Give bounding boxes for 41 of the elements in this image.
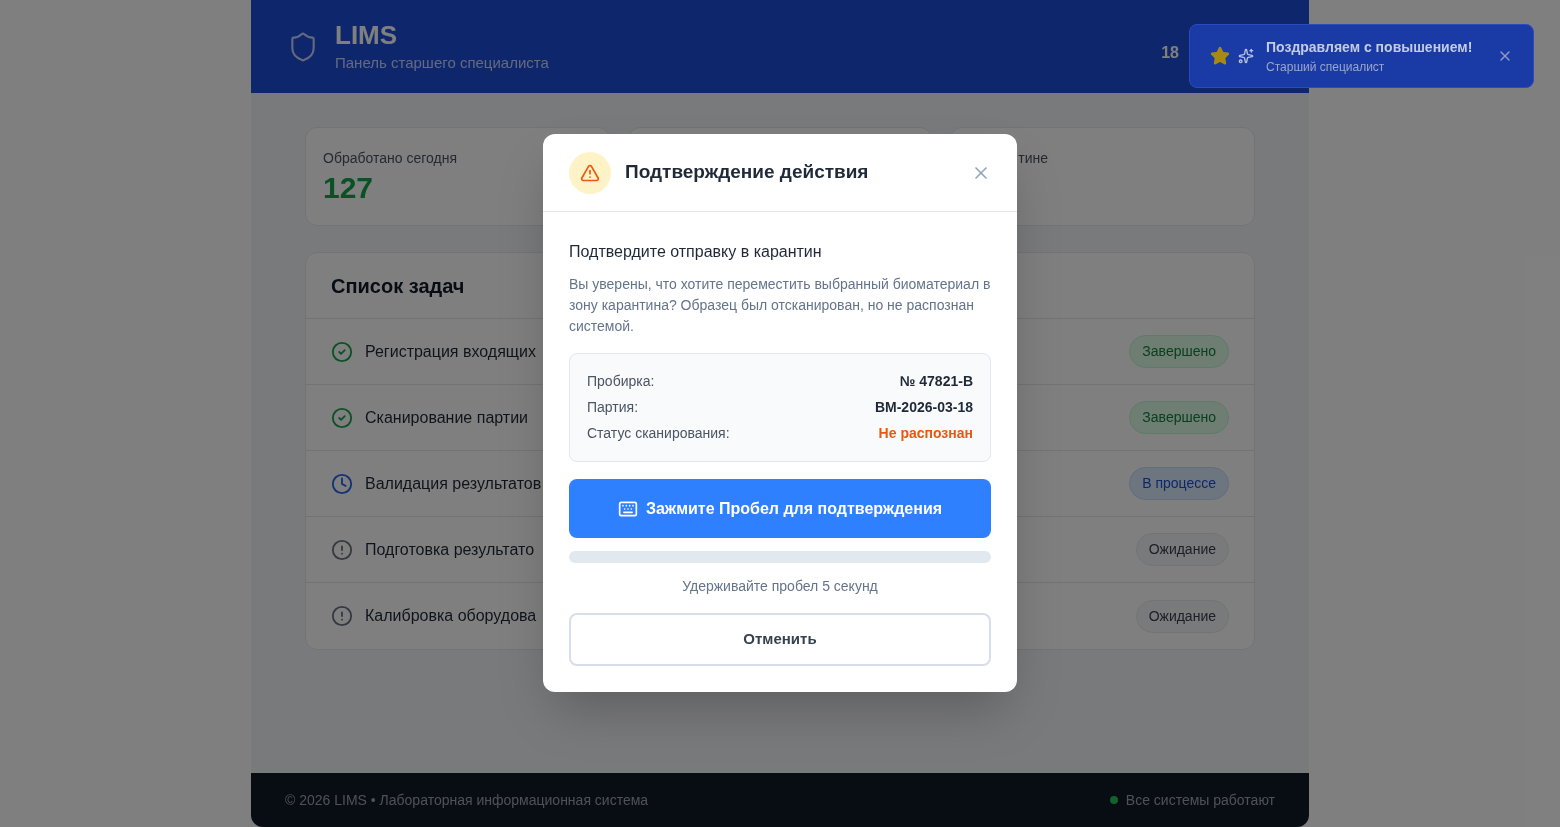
alert-circle-icon [331,605,353,627]
stat-label: Обработано сегодня [323,149,458,168]
status-badge: Ожидание [1135,533,1229,566]
hold-to-confirm-button[interactable]: Зажмите Пробел для подтверждения [569,479,991,538]
warning-icon [569,151,611,194]
system-status: Все системы работают [1125,790,1275,810]
task-name: Подготовка результато [365,539,535,560]
dialog-message: Вы уверены, что хотите переместить выбранный биоматериал в зону карантина? Образец был отсканирован, но не распознан системой. [569,275,991,336]
check-circle-icon [331,406,353,429]
detail-value: Не распознан [878,424,973,443]
clock-icon [331,472,353,495]
star-icon [1210,46,1230,66]
task-name: Сканирование партии [365,407,529,428]
app-title: LIMS [335,19,399,52]
status-badge: Завершено [1129,401,1229,434]
status-badge: Завершено [1129,335,1229,368]
dialog-title: Подтверждение действия [625,160,869,185]
footer-copyright: © 2026 LIMS • Лабораторная информационная система [285,790,649,810]
status-badge: В процессе [1129,467,1229,500]
status-badge: Ожидание [1135,599,1229,633]
task-name: Валидация результатов [365,473,542,494]
cancel-button[interactable]: Отменить [569,613,991,666]
header-date: 18 [1161,42,1179,63]
dialog-subtitle: Подтвердите отправку в карантин [569,242,823,262]
task-name: Калибровка оборудова [365,606,537,626]
toast-title: Поздравляем с повышением! [1266,37,1474,57]
check-circle-icon [331,340,353,363]
alert-circle-icon [331,538,353,561]
stat-label: тине [1017,149,1050,168]
sparkles-icon [1238,48,1254,64]
stat-value: 127 [323,170,375,206]
detail-label: Статус сканирования: [587,424,730,443]
hold-hint: Удерживайте пробел 5 секунд [681,577,879,596]
detail-value: BM-2026-03-18 [874,398,973,417]
app-subtitle: Панель старшего специалиста [335,52,549,73]
detail-value: № 47821-B [899,372,973,391]
task-list-title: Список задач [331,273,465,299]
detail-label: Пробирка: [587,372,655,391]
detail-label: Партия: [587,398,639,417]
toast-subtitle: Старший специалист [1266,58,1386,76]
task-name: Регистрация входящих [365,341,536,362]
